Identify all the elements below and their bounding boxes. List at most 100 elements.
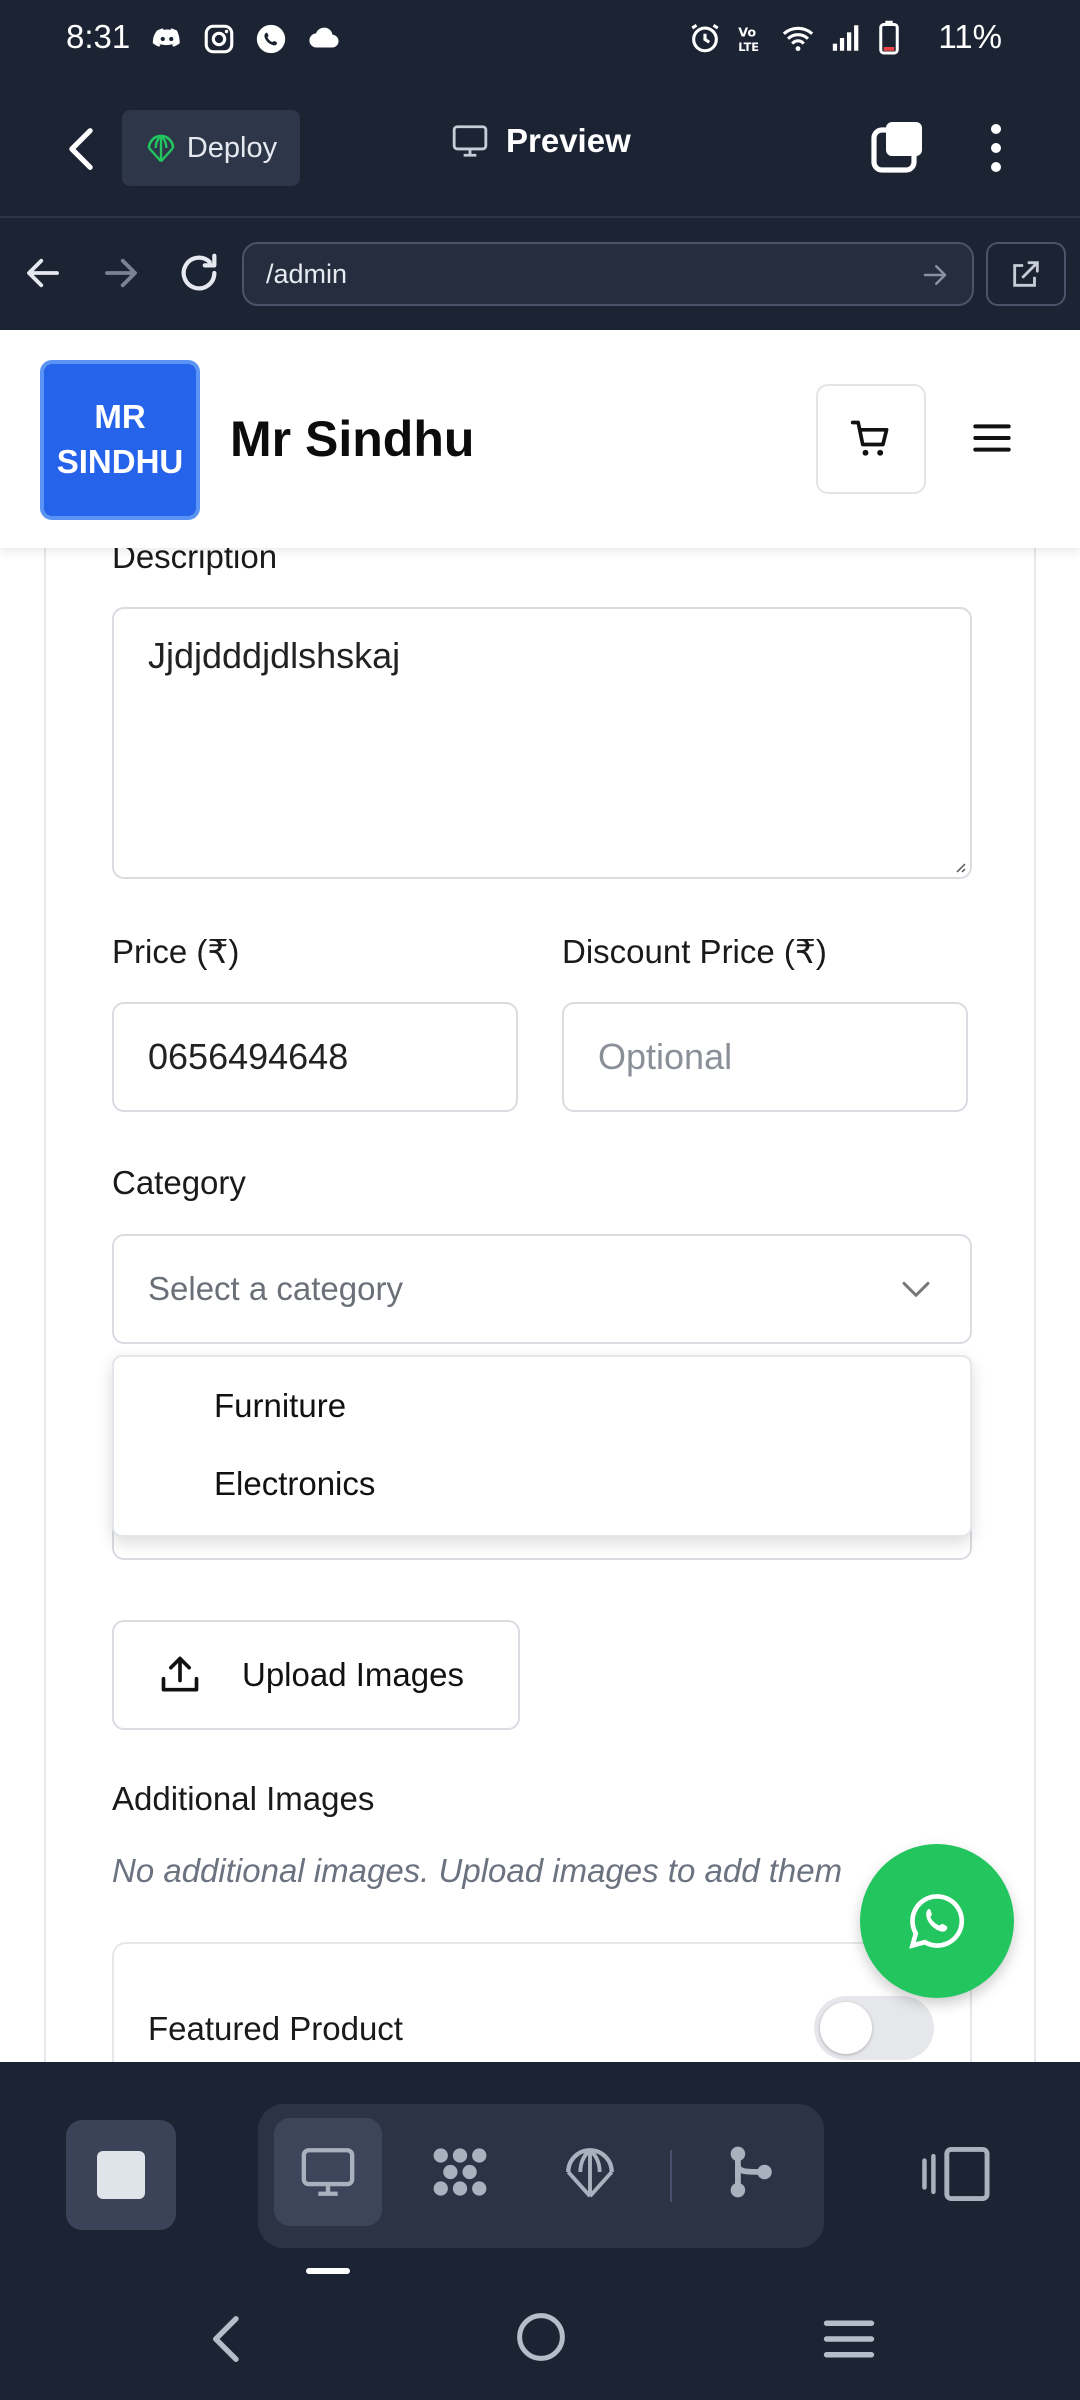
browser-url-bar: /admin — [0, 220, 1080, 330]
git-button[interactable] — [696, 2118, 804, 2226]
resize-handle-icon[interactable] — [952, 859, 966, 873]
browser-forward-button[interactable] — [100, 252, 142, 299]
home-circle-icon — [517, 2313, 565, 2361]
upload-images-label: Upload Images — [242, 1656, 464, 1693]
browser-back-button[interactable] — [22, 252, 64, 299]
battery-icon — [879, 20, 899, 55]
notification-icons — [150, 22, 342, 56]
whatsapp-chat-button[interactable] — [860, 1844, 1014, 1998]
price-value: 0656494648 — [148, 1036, 349, 1077]
back-button[interactable] — [56, 122, 106, 176]
preview-label: Preview — [506, 122, 631, 159]
preview-view-button[interactable] — [274, 2118, 382, 2226]
arrow-right-icon — [105, 258, 137, 288]
whatsapp-icon — [909, 1894, 965, 1949]
cart-icon — [850, 420, 889, 456]
additional-images-hint: No additional images. Upload images to a… — [112, 1852, 843, 1889]
url-input[interactable]: /admin — [242, 242, 974, 306]
additional-images-label: Additional Images — [112, 1780, 375, 1817]
chevron-left-icon — [213, 2316, 239, 2362]
featured-product-toggle[interactable] — [814, 1996, 934, 2060]
deployments-button[interactable] — [536, 2118, 644, 2226]
svg-text:LTE: LTE — [738, 40, 759, 54]
reload-button[interactable] — [176, 250, 222, 301]
view-switcher — [258, 2104, 824, 2248]
workflows-button[interactable] — [406, 2118, 514, 2226]
description-textarea[interactable]: Jjdjdddjdlshskaj — [112, 607, 972, 879]
instagram-icon — [204, 24, 234, 54]
status-time: 8:31 — [66, 18, 131, 55]
stop-icon — [97, 2151, 145, 2199]
system-back-button[interactable] — [204, 2312, 250, 2371]
cart-button[interactable] — [816, 384, 926, 494]
kebab-dot-icon — [991, 143, 1001, 153]
battery-percent: 11% — [938, 18, 1002, 55]
category-label: Category — [112, 1164, 246, 1201]
upload-icon — [161, 1656, 199, 1692]
device-layout-icon — [922, 2146, 990, 2202]
monitor-icon — [452, 125, 488, 157]
svg-text:Vo: Vo — [738, 26, 756, 41]
deploy-icon — [147, 134, 175, 163]
toolbar-divider — [670, 2150, 672, 2202]
git-branch-icon — [730, 2146, 772, 2198]
logo-line2: SINDHU — [56, 443, 184, 480]
volte-icon: VoLTE — [738, 26, 759, 54]
kebab-dot-icon — [991, 162, 1001, 172]
discount-price-label: Discount Price (₹) — [562, 933, 827, 970]
toggle-knob — [820, 2002, 872, 2054]
monitor-icon — [301, 2148, 355, 2196]
web-page: MR SINDHU Mr Sindhu Description Jjdjdddj… — [0, 330, 1080, 2062]
chevron-down-icon — [902, 1281, 930, 1297]
tabs-icon — [871, 122, 922, 173]
tabs-button[interactable] — [868, 118, 928, 178]
recents-icon — [823, 2320, 875, 2358]
discount-price-input[interactable]: Optional — [562, 1002, 968, 1112]
category-option-furniture[interactable]: Furniture — [214, 1387, 346, 1425]
open-external-button[interactable] — [986, 242, 1066, 306]
cloud-icon — [309, 27, 339, 48]
device-layout-button[interactable] — [920, 2146, 996, 2207]
description-value: Jjdjdddjdlshskaj — [148, 635, 401, 676]
site-brand-name[interactable]: Mr Sindhu — [230, 410, 474, 468]
url-text: /admin — [266, 258, 348, 289]
system-icons: Vo LTE — [688, 20, 900, 56]
deploy-label: Deploy — [186, 131, 278, 164]
bottom-toolbar — [0, 2062, 1080, 2282]
category-dropdown: Furniture Electronics — [112, 1355, 972, 1537]
system-home-button[interactable] — [514, 2310, 568, 2369]
category-placeholder: Select a category — [148, 1270, 403, 1307]
app-top-bar: Deploy Preview — [0, 78, 1080, 218]
chevron-left-icon — [69, 128, 93, 170]
site-header: MR SINDHU Mr Sindhu — [0, 330, 1080, 548]
site-logo[interactable]: MR SINDHU — [40, 360, 200, 520]
upload-images-button[interactable]: Upload Images — [112, 1620, 520, 1730]
deploy-button[interactable]: Deploy — [122, 110, 300, 186]
reload-icon — [181, 253, 217, 291]
featured-product-row: Featured Product — [112, 1942, 972, 2062]
deploy-icon — [566, 2148, 614, 2198]
logo-line1: MR — [94, 398, 146, 436]
external-link-icon — [1013, 261, 1039, 287]
more-options-button[interactable] — [980, 118, 1012, 178]
category-option-electronics[interactable]: Electronics — [214, 1465, 375, 1503]
preview-tab[interactable]: Preview — [450, 122, 631, 160]
featured-product-label: Featured Product — [148, 2010, 403, 2047]
hamburger-menu-button[interactable] — [966, 408, 1018, 468]
go-arrow-icon[interactable] — [920, 260, 950, 290]
status-bar: 8:31 Vo LTE 11% — [0, 0, 1080, 78]
arrow-left-icon — [27, 258, 59, 288]
active-indicator — [306, 2268, 350, 2274]
alarm-icon — [691, 23, 719, 53]
category-select[interactable]: Select a category — [112, 1234, 972, 1344]
price-label: Price (₹) — [112, 933, 240, 970]
system-recents-button[interactable] — [822, 2314, 876, 2369]
wifi-icon — [782, 26, 814, 52]
nodes-icon — [433, 2148, 487, 2196]
price-input[interactable]: 0656494648 — [112, 1002, 518, 1112]
system-navigation-bar — [0, 2282, 1080, 2400]
hamburger-icon — [973, 424, 1011, 452]
stop-button[interactable] — [66, 2120, 176, 2230]
discord-icon — [152, 28, 180, 47]
signal-icon — [832, 25, 859, 51]
